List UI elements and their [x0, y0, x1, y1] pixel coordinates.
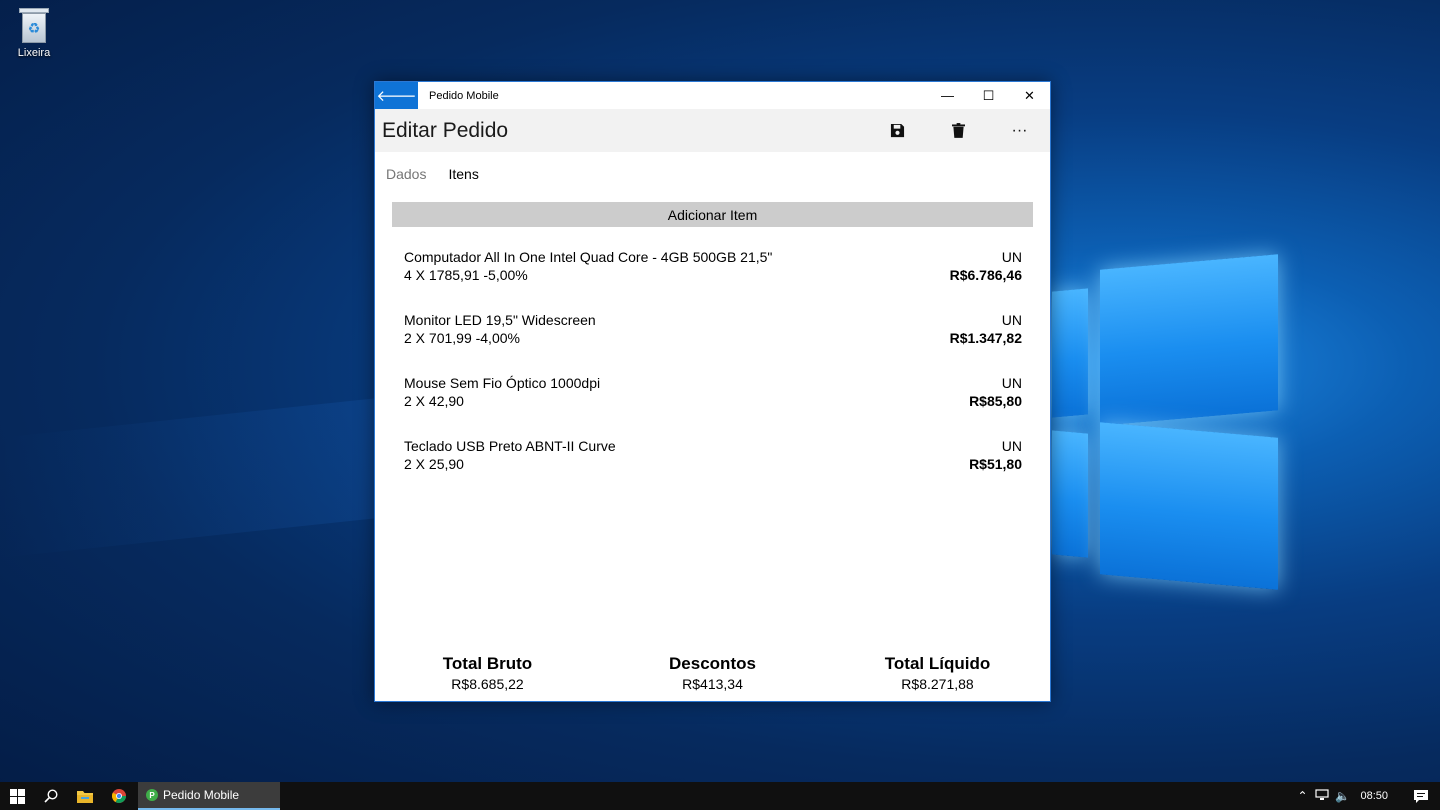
desktop-icon-label: Lixeira [17, 47, 51, 59]
notification-icon [1414, 789, 1428, 803]
chrome-icon [112, 789, 126, 803]
item-total: R$85,80 [969, 393, 1022, 409]
search-button[interactable] [34, 782, 68, 810]
page-title: Editar Pedido [382, 118, 509, 142]
back-button[interactable]: 🡐 [375, 82, 418, 109]
windows-logo-pane [1100, 254, 1278, 426]
system-tray: ⌃ 🔈 08:50 [1292, 782, 1440, 810]
item-total: R$1.347,82 [949, 330, 1022, 346]
save-icon [890, 123, 905, 138]
item-unit: UN [1001, 312, 1022, 328]
total-value: R$8.685,22 [451, 676, 524, 692]
item-detail: 4 X 1785,91 -5,00% [404, 267, 528, 283]
close-icon: ✕ [1024, 87, 1035, 103]
totals-summary: Total Bruto R$8.685,22 Descontos R$413,3… [375, 654, 1050, 692]
item-unit: UN [1001, 438, 1022, 454]
file-explorer-button[interactable] [68, 782, 102, 810]
total-value: R$8.271,88 [901, 676, 974, 692]
window-title: Pedido Mobile [429, 89, 499, 102]
minimize-button[interactable]: — [927, 82, 968, 109]
folder-icon [77, 790, 93, 803]
windows-logo-pane [1052, 288, 1088, 418]
item-total: R$51,80 [969, 456, 1022, 472]
windows-start-icon [9, 788, 25, 804]
item-name: Mouse Sem Fio Óptico 1000dpi [404, 375, 601, 391]
command-buttons: ··· [867, 109, 1050, 152]
tab-itens[interactable]: Itens [448, 166, 478, 182]
close-button[interactable]: ✕ [1009, 82, 1050, 109]
list-item[interactable]: Teclado USB Preto ABNT-II Curve 2 X 25,9… [404, 438, 1022, 501]
windows-logo-pane [1052, 430, 1088, 558]
item-unit: UN [1001, 375, 1022, 391]
window-controls: — ☐ ✕ [927, 82, 1050, 109]
app-window: 🡐 Pedido Mobile — ☐ ✕ Editar Pedido ··· … [374, 81, 1051, 702]
maximize-icon: ☐ [982, 87, 995, 103]
start-button[interactable] [0, 782, 34, 810]
more-icon: ··· [1011, 121, 1028, 139]
arrow-left-icon: 🡐 [376, 88, 417, 105]
item-detail: 2 X 42,90 [404, 393, 464, 409]
minimize-icon: — [941, 88, 954, 103]
command-bar: Editar Pedido ··· [375, 109, 1050, 152]
windows-logo-pane [1100, 422, 1278, 590]
chevron-up-icon[interactable]: ⌃ [1292, 789, 1312, 803]
list-item[interactable]: Computador All In One Intel Quad Core - … [404, 249, 1022, 312]
list-item[interactable]: Mouse Sem Fio Óptico 1000dpi 2 X 42,90 U… [404, 375, 1022, 438]
desktop-icon-recycle-bin[interactable]: ♻ Lixeira [8, 8, 60, 59]
save-button[interactable] [867, 109, 928, 152]
pivot-tabs: Dados Itens [375, 152, 1050, 196]
clock[interactable]: 08:50 [1360, 790, 1388, 802]
title-bar: 🡐 Pedido Mobile — ☐ ✕ [375, 82, 1050, 109]
taskbar: P Pedido Mobile ⌃ 🔈 08:50 [0, 782, 1440, 810]
item-detail: 2 X 701,99 -4,00% [404, 330, 520, 346]
total-bruto: Total Bruto R$8.685,22 [375, 654, 600, 692]
item-total: R$6.786,46 [949, 267, 1022, 283]
add-item-button[interactable]: Adicionar Item [392, 202, 1033, 227]
volume-icon[interactable]: 🔈 [1332, 789, 1352, 803]
total-label: Descontos [669, 654, 756, 673]
total-descontos: Descontos R$413,34 [600, 654, 825, 692]
item-name: Teclado USB Preto ABNT-II Curve [404, 438, 616, 454]
item-unit: UN [1001, 249, 1022, 265]
item-name: Computador All In One Intel Quad Core - … [404, 249, 773, 265]
search-icon [44, 789, 58, 803]
delete-icon [952, 123, 965, 138]
item-name: Monitor LED 19,5" Widescreen [404, 312, 596, 328]
taskbar-app-pedido-mobile[interactable]: P Pedido Mobile [138, 782, 280, 810]
notification-button[interactable] [1402, 782, 1440, 810]
more-button[interactable]: ··· [989, 109, 1050, 152]
list-item[interactable]: Monitor LED 19,5" Widescreen 2 X 701,99 … [404, 312, 1022, 375]
pedido-mobile-app-icon: P [146, 789, 158, 801]
total-value: R$413,34 [682, 676, 743, 692]
chrome-button[interactable] [102, 782, 136, 810]
maximize-button[interactable]: ☐ [968, 82, 1009, 109]
total-label: Total Líquido [884, 654, 991, 673]
tab-dados[interactable]: Dados [386, 166, 426, 182]
items-list: Computador All In One Intel Quad Core - … [375, 227, 1050, 501]
item-detail: 2 X 25,90 [404, 456, 464, 472]
total-liquido: Total Líquido R$8.271,88 [825, 654, 1050, 692]
taskbar-app-label: Pedido Mobile [163, 788, 240, 802]
total-label: Total Bruto [442, 654, 533, 673]
network-icon[interactable] [1312, 788, 1332, 804]
delete-button[interactable] [928, 109, 989, 152]
recycle-bin-icon: ♻ [19, 8, 49, 44]
